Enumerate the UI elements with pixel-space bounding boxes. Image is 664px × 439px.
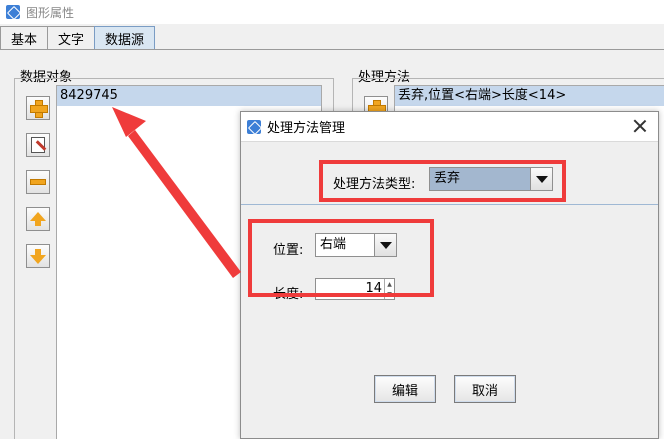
close-icon[interactable] (632, 118, 648, 134)
move-up-button[interactable] (26, 207, 50, 231)
highlight-position-length (248, 219, 434, 297)
window-title: 图形属性 (26, 5, 75, 20)
highlight-method-type (319, 160, 566, 202)
dialog-divider (241, 204, 658, 205)
edit-data-button[interactable] (26, 133, 50, 157)
dialog-title: 处理方法管理 (267, 121, 346, 136)
app-icon (247, 119, 261, 134)
minus-icon (30, 179, 46, 185)
list-item[interactable]: 丢弃,位置<右端>长度<14> (395, 86, 664, 106)
edit-button[interactable]: 编辑 (374, 375, 436, 403)
tab-bar: 基本 文字 数据源 (0, 26, 156, 50)
remove-data-button[interactable] (26, 170, 50, 194)
arrow-down-icon (30, 248, 46, 264)
window-titlebar: 图形属性 (0, 0, 664, 24)
move-down-button[interactable] (26, 244, 50, 268)
dialog-titlebar: 处理方法管理 (241, 112, 658, 142)
edit-icon (31, 137, 45, 153)
arrow-up-icon (30, 211, 46, 226)
tab-basic[interactable]: 基本 (0, 26, 49, 50)
plus-icon (30, 100, 48, 118)
tab-datasource[interactable]: 数据源 (94, 26, 156, 50)
tab-text[interactable]: 文字 (47, 26, 96, 50)
tab-divider (0, 49, 664, 50)
cancel-button[interactable]: 取消 (454, 375, 516, 403)
app-icon (6, 5, 20, 19)
list-item[interactable]: 8429745 (57, 86, 321, 106)
add-data-button[interactable] (26, 96, 50, 120)
